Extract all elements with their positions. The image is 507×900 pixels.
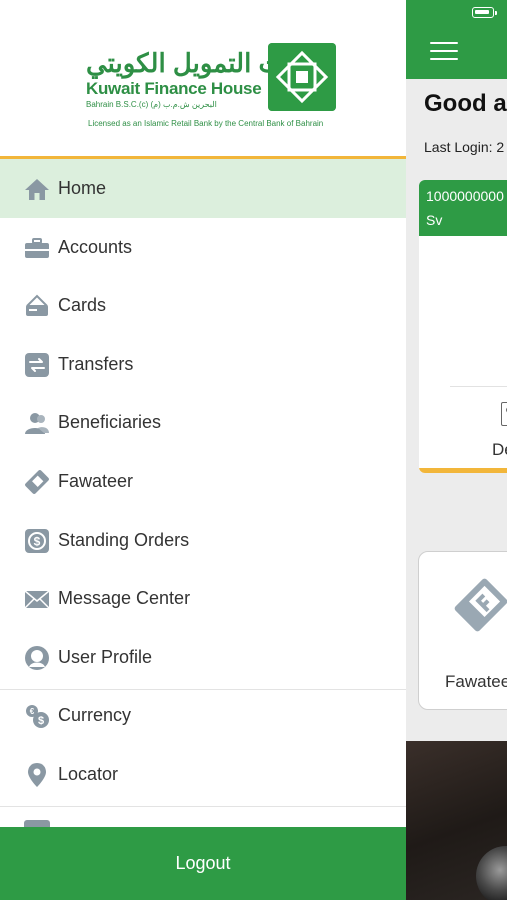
mail-icon	[24, 590, 50, 609]
menu-separator	[0, 806, 406, 807]
transfer-icon	[25, 352, 49, 377]
menu-item-label: User Profile	[58, 646, 153, 667]
brand-subtitle: Bahrain B.S.C.(c) البحرين ش.م.ب (م)	[86, 100, 217, 109]
kfh-logo-icon	[268, 43, 336, 111]
promo-banner[interactable]	[406, 741, 507, 900]
svg-text:€: €	[30, 707, 35, 716]
location-pin-icon	[28, 762, 46, 787]
menu-separator	[0, 689, 406, 690]
navigation-drawer: بيت التمويل الكويتي Kuwait Finance House…	[0, 0, 406, 900]
menu-item-label: Accounts	[58, 236, 133, 257]
menu-item-label: Cards	[58, 295, 107, 316]
home-icon	[25, 179, 49, 200]
menu-item-label: Home	[58, 178, 107, 198]
divider	[450, 386, 507, 387]
fawateer-tile-label: Fawatee	[445, 672, 507, 691]
menu-item-user-profile[interactable]: User Profile	[0, 628, 406, 687]
details-button-label[interactable]: Det	[492, 440, 507, 460]
menu-item-accounts[interactable]: Accounts	[0, 218, 406, 277]
last-login-text: Last Login: 2	[424, 139, 505, 155]
menu-item-label: Beneficiaries	[58, 412, 162, 433]
tag-icon	[25, 470, 49, 494]
menu-item-message-center[interactable]: Message Center	[0, 569, 406, 628]
menu-item-locator[interactable]: Locator	[0, 745, 406, 804]
menu-item-label: Locator	[58, 763, 119, 784]
app-bar	[406, 0, 507, 79]
menu-item-fawateer[interactable]: Fawateer	[0, 452, 406, 511]
menu-item-label: Fawateer	[58, 470, 134, 491]
svg-text:$: $	[34, 534, 41, 548]
people-icon	[25, 413, 49, 435]
menu-item-label: Message Center	[58, 588, 191, 609]
menu-item-transfers[interactable]: Transfers	[0, 335, 406, 394]
home-screen: Good af Last Login: 2 1000000000 Sv Det …	[406, 0, 507, 900]
menu-toggle-button[interactable]	[430, 42, 458, 60]
fawateer-tile[interactable]: Fawatee	[418, 551, 507, 710]
menu-item-home[interactable]: Home	[0, 159, 406, 218]
details-icon[interactable]	[501, 402, 507, 426]
license-text: Licensed as an Islamic Retail Bank by th…	[88, 119, 324, 128]
menu-item-beneficiaries[interactable]: Beneficiaries	[0, 393, 406, 452]
menu-item-label: Standing Orders	[58, 529, 190, 550]
account-card-accent	[419, 468, 507, 473]
menu-list: Home Accounts Cards Transfers Beneficiar…	[0, 159, 406, 804]
account-card[interactable]: 1000000000 Sv Det	[419, 180, 507, 473]
menu-item-standing-orders[interactable]: $ Standing Orders	[0, 511, 406, 570]
user-icon	[25, 645, 49, 670]
brand-name-english: Kuwait Finance House	[86, 79, 262, 98]
menu-item-cards[interactable]: Cards	[0, 276, 406, 335]
dollar-cycle-icon: $	[25, 528, 49, 553]
account-type: Sv	[426, 212, 443, 228]
logout-label: Logout	[175, 853, 231, 873]
svg-text:$: $	[38, 715, 44, 727]
greeting-title: Good af	[424, 90, 507, 117]
briefcase-icon	[25, 237, 49, 258]
battery-icon	[472, 7, 497, 18]
currency-icon: € $	[26, 705, 49, 729]
logout-button[interactable]: Logout	[0, 827, 406, 900]
fawateer-tag-icon	[454, 578, 507, 632]
card-icon	[26, 294, 48, 317]
next-item-icon	[24, 820, 50, 827]
menu-item-label: Transfers	[58, 353, 134, 374]
menu-item-label: Currency	[58, 705, 132, 726]
drawer-header: بيت التمويل الكويتي Kuwait Finance House…	[0, 0, 406, 156]
account-card-header: 1000000000 Sv	[419, 180, 507, 236]
menu-item-currency[interactable]: € $ Currency	[0, 686, 406, 745]
account-number: 1000000000	[426, 188, 504, 204]
